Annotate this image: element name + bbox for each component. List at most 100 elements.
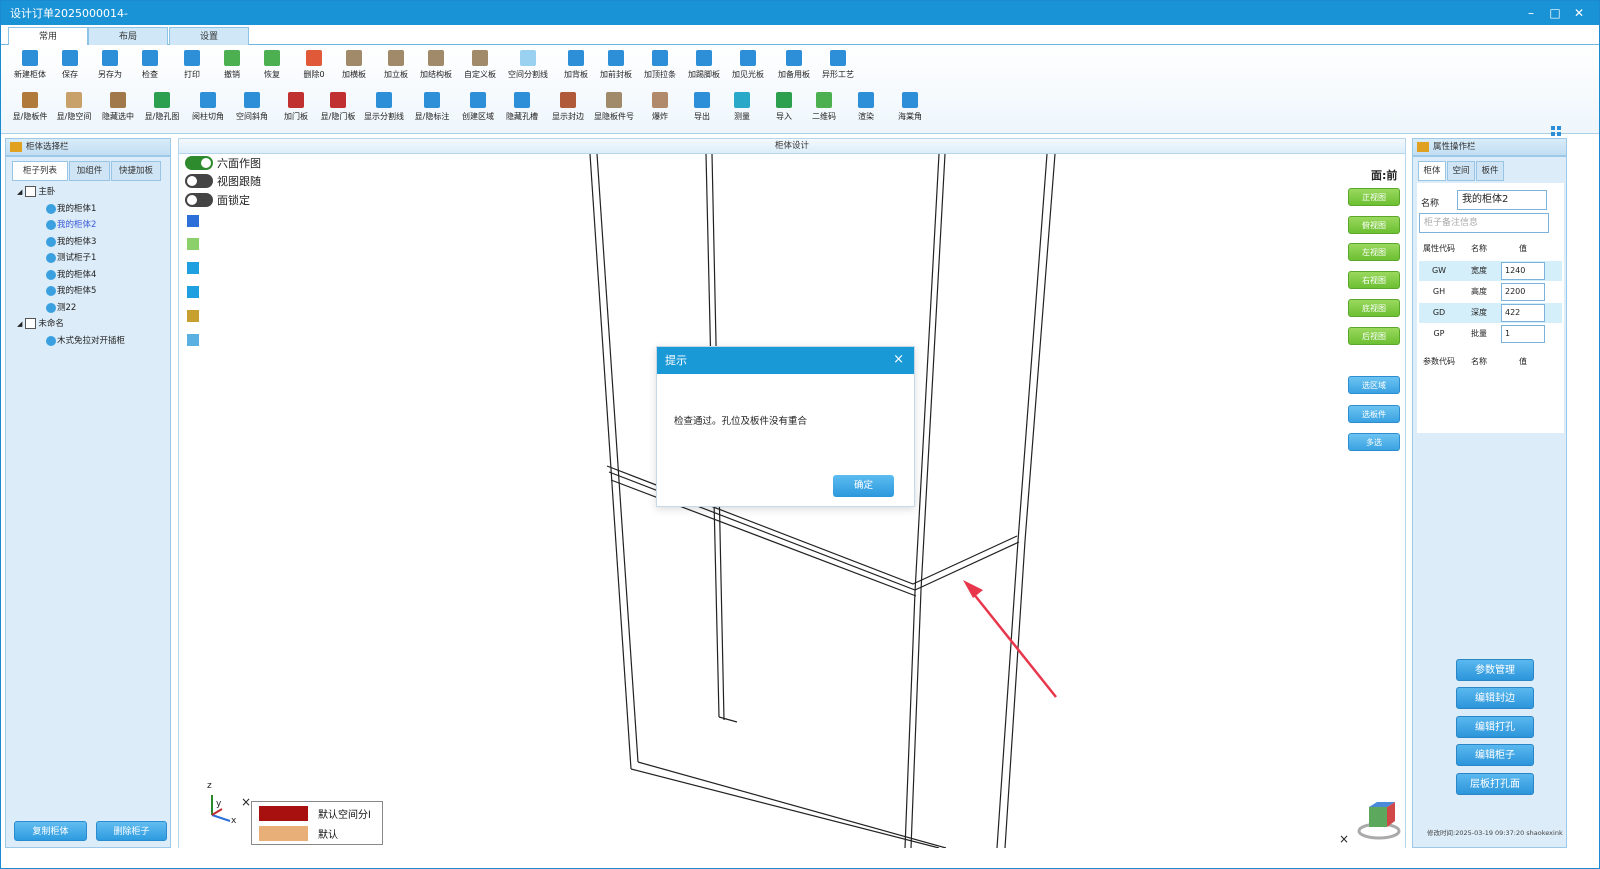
tool-button[interactable]: 显/隐板件 [9, 88, 51, 126]
rotate-right-icon[interactable] [187, 286, 199, 298]
maximize-button[interactable]: □ [1545, 4, 1565, 22]
minimize-button[interactable]: – [1521, 4, 1541, 22]
tool-button[interactable]: 显隐板件号 [593, 88, 635, 126]
tab-cabinet-list[interactable]: 柜子列表 [12, 161, 68, 181]
name-input[interactable]: 我的柜体2 [1457, 190, 1547, 210]
tool-button[interactable]: 显/隐门板 [317, 88, 359, 126]
box-icon[interactable] [187, 310, 199, 322]
tool-button[interactable]: 删除0 [293, 46, 335, 84]
tree-item[interactable]: 我的柜体4 [46, 268, 96, 280]
edit-drill-button[interactable]: 编辑打孔 [1456, 716, 1534, 738]
tool-button[interactable]: 导出 [681, 88, 723, 126]
tool-button[interactable]: 恢复 [251, 46, 293, 84]
rotate-left-icon[interactable] [187, 262, 199, 274]
tool-button[interactable]: 加门板 [275, 88, 317, 126]
tree-item[interactable]: 我的柜体1 [46, 202, 96, 214]
tree-item[interactable]: 我的柜体3 [46, 235, 96, 247]
front-view-button[interactable]: 正视图 [1348, 188, 1400, 206]
close-window-button[interactable]: ✕ [1569, 4, 1589, 22]
top-view-button[interactable]: 俯视图 [1348, 216, 1400, 234]
tree-item[interactable]: 测试柜子1 [46, 251, 96, 263]
batch-input[interactable]: 1 [1501, 325, 1545, 343]
shelf-drill-face-button[interactable]: 层板打孔面 [1456, 773, 1534, 795]
dialog-close-icon[interactable]: × [893, 347, 904, 373]
tab-layout[interactable]: 布局 [88, 27, 168, 45]
param-manage-button[interactable]: 参数管理 [1456, 659, 1534, 681]
tab-quick-add-board[interactable]: 快捷加板 [111, 161, 161, 181]
collapse-arrow-icon[interactable]: ◢ [17, 188, 22, 196]
tab-board[interactable]: 板件 [1476, 161, 1504, 181]
left-view-button[interactable]: 左视图 [1348, 243, 1400, 261]
collapse-arrow-icon[interactable]: ◢ [17, 320, 22, 328]
tree-item[interactable]: 我的柜体5 [46, 284, 96, 296]
tool-button[interactable]: 阅柱切角 [187, 88, 229, 126]
tool-button[interactable]: 显示封边 [547, 88, 589, 126]
tool-button[interactable]: 导入 [763, 88, 805, 126]
tool-button[interactable]: 空间分割线 [507, 46, 549, 84]
height-input[interactable]: 2200 [1501, 283, 1545, 301]
tab-add-component[interactable]: 加组件 [69, 161, 110, 181]
delete-cabinet-button[interactable]: 删除柜子 [96, 821, 167, 841]
tool-button[interactable]: 显/隐孔图 [141, 88, 183, 126]
tool-button[interactable]: 异形工艺 [817, 46, 859, 84]
tool-button[interactable]: 自定义板 [459, 46, 501, 84]
tool-button[interactable]: 显/隐空间 [53, 88, 95, 126]
tool-button[interactable]: 空间斜角 [231, 88, 273, 126]
depth-input[interactable]: 422 [1501, 304, 1545, 322]
close-cube-icon[interactable]: × [1339, 832, 1349, 846]
tool-button[interactable]: 加背板 [555, 46, 597, 84]
bottom-view-button[interactable]: 底视图 [1348, 299, 1400, 317]
tab-common[interactable]: 常用 [8, 27, 88, 45]
tree-folder-master-bedroom[interactable]: ◢ 主卧 [17, 185, 55, 197]
tool-button[interactable]: 加立板 [375, 46, 417, 84]
tool-button[interactable]: 加见光板 [727, 46, 769, 84]
tool-button[interactable]: 另存为 [89, 46, 131, 84]
tool-button[interactable]: 加结构板 [415, 46, 457, 84]
edit-cabinet-button[interactable]: 编辑柜子 [1456, 744, 1534, 766]
right-view-button[interactable]: 右视图 [1348, 271, 1400, 289]
tree-item-selected[interactable]: 我的柜体2 [46, 218, 96, 230]
note-input[interactable]: 柜子备注信息 [1419, 213, 1549, 233]
tool-button[interactable]: 爆炸 [639, 88, 681, 126]
tool-button[interactable]: 加横板 [333, 46, 375, 84]
tree-item[interactable]: 木式免拉对开插柜 [46, 334, 125, 346]
tool-button[interactable]: 海棠角 [889, 88, 931, 126]
tool-button[interactable]: 加踢脚板 [683, 46, 725, 84]
dialog-ok-button[interactable]: 确定 [833, 475, 894, 497]
texture-icon[interactable] [187, 238, 199, 250]
tool-button[interactable]: 显示分割线 [363, 88, 405, 126]
tool-button[interactable]: 创建区域 [457, 88, 499, 126]
edit-edge-button[interactable]: 编辑封边 [1456, 687, 1534, 709]
tool-button[interactable]: 隐藏选中 [97, 88, 139, 126]
select-region-button[interactable]: 选区域 [1348, 376, 1400, 394]
tool-button[interactable]: 加前封板 [595, 46, 637, 84]
tool-button[interactable]: 二维码 [803, 88, 845, 126]
multi-select-button[interactable]: 多选 [1348, 433, 1400, 451]
tab-settings[interactable]: 设置 [169, 27, 249, 45]
tab-space[interactable]: 空间 [1447, 161, 1475, 181]
tool-button[interactable]: 显/隐标注 [411, 88, 453, 126]
tab-cabinet[interactable]: 柜体 [1418, 161, 1446, 181]
tool-button[interactable]: 加备用板 [773, 46, 815, 84]
close-axis-icon[interactable]: × [241, 795, 251, 809]
tool-button[interactable]: 隐藏孔槽 [501, 88, 543, 126]
back-view-button[interactable]: 后视图 [1348, 327, 1400, 345]
grid-view-icon[interactable] [1551, 121, 1561, 136]
view-cube-icon[interactable] [1357, 798, 1409, 842]
tool-button[interactable]: 保存 [49, 46, 91, 84]
tool-button[interactable]: 新建柜体 [9, 46, 51, 84]
tool-button[interactable]: 渲染 [845, 88, 887, 126]
tool-button[interactable]: 打印 [171, 46, 213, 84]
tool-button[interactable]: 撤销 [211, 46, 253, 84]
view-follow-toggle[interactable] [185, 174, 213, 188]
grid-icon[interactable] [187, 215, 199, 227]
face-lock-toggle[interactable] [185, 193, 213, 207]
six-face-toggle[interactable] [185, 156, 213, 170]
width-input[interactable]: 1240 [1501, 262, 1545, 280]
tool-button[interactable]: 检查 [129, 46, 171, 84]
select-board-button[interactable]: 选板件 [1348, 405, 1400, 423]
ruler-icon[interactable] [187, 334, 199, 346]
copy-cabinet-button[interactable]: 复制柜体 [14, 821, 87, 841]
tool-button[interactable]: 测量 [721, 88, 763, 126]
tree-folder-unnamed[interactable]: ◢ 未命名 [17, 317, 64, 329]
